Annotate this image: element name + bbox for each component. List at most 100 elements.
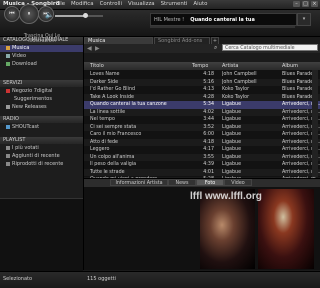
cell-artist: Ligabue bbox=[222, 162, 242, 167]
cell-title: Caro il mio Francesco bbox=[90, 132, 142, 137]
menu-visualizza[interactable]: Visualizza bbox=[128, 1, 155, 7]
table-row[interactable]: Leggero 4:17 Ligabue Arrivederci, m... bbox=[84, 146, 320, 154]
search-icon[interactable]: ⌕ bbox=[214, 44, 217, 52]
play-pause-button[interactable]: ⏸ bbox=[19, 4, 39, 24]
sidebar-item-label: Musica bbox=[12, 45, 30, 51]
tab-photo[interactable]: Foto bbox=[196, 179, 224, 186]
cell-artist: Ligabue bbox=[222, 124, 242, 130]
download-icon bbox=[6, 61, 10, 66]
table-row[interactable]: Il peso della valigia 4:39 Ligabue Arrivede… bbox=[84, 161, 320, 169]
column-artist[interactable]: Artista bbox=[222, 63, 238, 69]
cell-time: 5:34 bbox=[203, 102, 214, 107]
cell-title: Il peso della valigia bbox=[90, 162, 137, 167]
album-art-dropzone[interactable] bbox=[0, 198, 83, 271]
now-playing-menu-button[interactable]: ▾ bbox=[297, 13, 311, 26]
table-row[interactable]: Caro il mio Francesco 6:00 Ligabue Arrivede… bbox=[84, 131, 320, 139]
cell-artist: Ligabue bbox=[222, 169, 242, 175]
tab-video[interactable]: Video bbox=[224, 179, 252, 186]
sidebar-item-suggerimentos[interactable]: Suggerimentos bbox=[14, 96, 52, 103]
menu-bar: File Modifica Controlli Visualizza Strum… bbox=[56, 1, 207, 7]
close-icon[interactable]: × bbox=[311, 1, 318, 7]
cell-time: 4:28 bbox=[203, 94, 214, 100]
now-playing-display: HIL Mestre ! Quando canterai la tua bbox=[150, 13, 297, 26]
cell-time: 3:52 bbox=[203, 124, 214, 130]
music-icon bbox=[6, 45, 10, 50]
table-row[interactable]: La linea sottile 4:02 Ligabue Arrivederci, … bbox=[84, 108, 320, 116]
menu-controlli[interactable]: Controlli bbox=[100, 1, 122, 7]
calendar-icon bbox=[6, 104, 10, 109]
minimize-icon[interactable]: – bbox=[293, 1, 300, 7]
table-scrollbar[interactable] bbox=[312, 70, 318, 177]
volume-icon[interactable]: 🔈 bbox=[45, 11, 54, 19]
cell-artist: Koko Taylor bbox=[222, 94, 250, 100]
section-radio-header: RADIO bbox=[0, 116, 83, 123]
cell-artist: Ligabue bbox=[222, 117, 242, 122]
cell-artist: Ligabue bbox=[222, 132, 242, 137]
pause-icon: ⏸ bbox=[27, 10, 31, 17]
table-row[interactable]: Tutte le strade 4:01 Ligabue Arrivederci, m… bbox=[84, 168, 320, 176]
sidebar-item-download[interactable]: Download bbox=[6, 61, 37, 68]
cell-title: Take A Look Inside bbox=[90, 94, 135, 100]
table-row[interactable]: Ci sei sempre stata 3:52 Ligabue Arrivederc… bbox=[84, 123, 320, 131]
cell-title: I'd Rather Go Blind bbox=[90, 87, 136, 92]
sidebar-item-recently-played[interactable]: Riprodotti di recente bbox=[6, 161, 63, 168]
cell-artist: Ligabue bbox=[222, 102, 242, 107]
tab-songbird-addons[interactable]: Songbird Add-ons bbox=[154, 37, 210, 44]
sidebar-item-shoutcast[interactable]: SHOUTcast bbox=[6, 124, 39, 131]
sidebar-item-top-rated[interactable]: I più votati bbox=[6, 145, 39, 152]
cell-title: Leggero bbox=[90, 147, 110, 152]
tab-strip: Musica Songbird Add-ons + bbox=[84, 37, 320, 44]
tab-musica[interactable]: Musica bbox=[84, 37, 153, 44]
cell-title: Nel tempo bbox=[90, 117, 115, 122]
maximize-icon[interactable]: □ bbox=[302, 1, 309, 7]
volume-level bbox=[55, 15, 85, 17]
sidebar-item-video[interactable]: Video bbox=[6, 53, 26, 60]
menu-aiuto[interactable]: Aiuto bbox=[193, 1, 207, 7]
table-row[interactable]: Loves Name 4:18 John Campbell Blues Parade bbox=[84, 71, 320, 79]
column-time[interactable]: Tempo bbox=[192, 63, 208, 69]
playlist-icon bbox=[6, 161, 10, 166]
sidebar-item-label: I più votati bbox=[12, 145, 39, 151]
forward-arrow-icon[interactable]: ▶ bbox=[95, 45, 100, 52]
menu-file[interactable]: File bbox=[56, 1, 65, 7]
back-arrow-icon[interactable]: ◀ bbox=[87, 45, 92, 52]
cell-artist: John Campbell bbox=[222, 72, 257, 77]
column-album[interactable]: Album bbox=[282, 63, 298, 69]
table-row[interactable]: Atto di fede 4:18 Ligabue Arrivederci, m... bbox=[84, 138, 320, 146]
table-row[interactable]: Darker Side 5:16 John Campbell Blues Parade bbox=[84, 78, 320, 86]
sidebar-item-label: New Releases bbox=[12, 104, 47, 110]
sidebar-item-7digital[interactable]: Negozio 7digital bbox=[6, 88, 52, 95]
table-row[interactable]: I'd Rather Go Blind 4:13 Koko Taylor Blues … bbox=[84, 86, 320, 94]
seek-bar[interactable] bbox=[150, 26, 295, 28]
new-tab-button[interactable]: + bbox=[211, 37, 219, 44]
table-row[interactable]: Un colpo all'anima 3:55 Ligabue Arrivederci… bbox=[84, 153, 320, 161]
menu-strumenti[interactable]: Strumenti bbox=[161, 1, 188, 7]
volume-knob[interactable] bbox=[82, 13, 88, 18]
sidebar-item-label: Aggiunti di recente bbox=[12, 153, 60, 159]
table-row[interactable]: Nel tempo 3:44 Ligabue Arrivederci, m... bbox=[84, 116, 320, 124]
cell-time: 4:39 bbox=[203, 162, 214, 167]
cell-artist: Koko Taylor bbox=[222, 87, 250, 92]
sidebar-item-label: SHOUTcast bbox=[12, 124, 40, 130]
cell-time: 4:17 bbox=[203, 147, 214, 152]
cell-time: 4:02 bbox=[203, 109, 214, 115]
now-playing-song: Quando canterai la tua bbox=[190, 16, 255, 23]
sidebar-item-recently-added[interactable]: Aggiunti di recente bbox=[6, 153, 60, 160]
table-row[interactable]: Quando canterai la tua canzone 5:34 Ligabu… bbox=[84, 101, 320, 109]
window-controls: – □ × bbox=[293, 1, 318, 7]
menu-modifica[interactable]: Modifica bbox=[71, 1, 94, 7]
tab-artist-info[interactable]: Informazioni Artista bbox=[110, 179, 168, 186]
sidebar-item-new-releases[interactable]: New Releases bbox=[6, 104, 47, 111]
sidebar-item-label: Video bbox=[12, 53, 27, 59]
cell-title: Darker Side bbox=[90, 79, 119, 85]
cell-title: La linea sottile bbox=[90, 109, 126, 115]
search-input[interactable]: Cerca Catalogo multimediale bbox=[222, 44, 318, 51]
radio-icon bbox=[6, 124, 10, 129]
table-row[interactable]: Take A Look Inside 4:28 Koko Taylor Blues P… bbox=[84, 93, 320, 101]
previous-button[interactable]: ⏮ bbox=[4, 6, 20, 22]
sidebar-item-musica[interactable]: Musica bbox=[0, 45, 83, 52]
column-title[interactable]: Titolo bbox=[90, 63, 104, 69]
cell-title: Loves Name bbox=[90, 72, 120, 77]
tab-news[interactable]: News bbox=[168, 179, 196, 186]
artist-photo[interactable] bbox=[258, 189, 314, 269]
